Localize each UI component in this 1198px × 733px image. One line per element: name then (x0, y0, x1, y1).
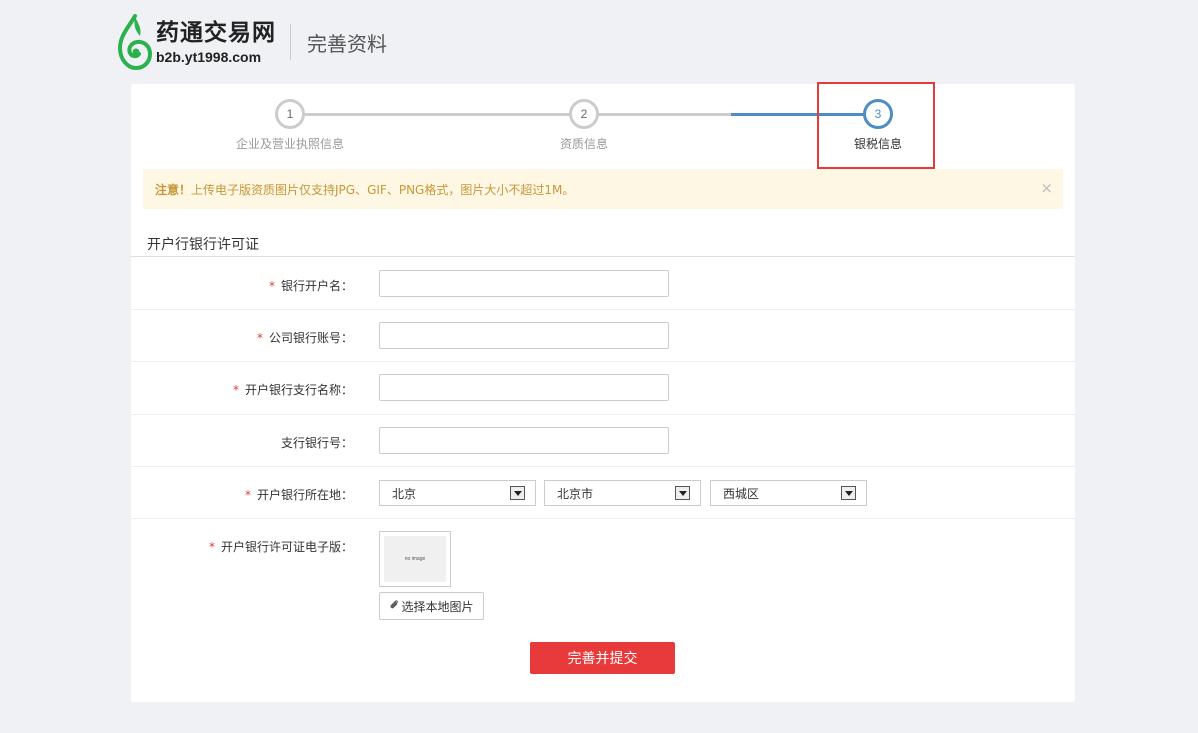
no-image-placeholder: no image (384, 536, 446, 582)
province-value: 北京 (392, 486, 417, 501)
page-subtitle: 完善资料 (307, 31, 387, 56)
notice-prefix: 注意！ (155, 182, 192, 197)
province-select[interactable]: 北京 (379, 480, 536, 506)
branch-code-input[interactable] (379, 427, 669, 454)
step-1-label: 企业及营业执照信息 (235, 137, 345, 151)
leaf-swirl-icon[interactable] (117, 14, 153, 71)
form-row-branch-code: 支行银行号： (131, 415, 1075, 467)
profile-form-panel: 1 企业及营业执照信息 2 资质信息 3 银税信息 注意！ 上传电子版资质图片仅… (131, 82, 1075, 702)
required-mark: * (208, 540, 215, 554)
header-divider (290, 24, 291, 60)
form-row-branch-name: * 开户银行支行名称： (131, 362, 1075, 415)
account-number-input[interactable] (379, 322, 669, 349)
step-1-circle: 1 (275, 99, 305, 129)
account-number-label: * 公司银行账号： (256, 331, 353, 345)
notice-text: 上传电子版资质图片仅支持JPG、GIF、PNG格式，图片大小不超过1M。 (191, 182, 575, 197)
brand-logo[interactable]: 药通交易网 b2b.yt1998.com (156, 18, 276, 66)
city-value: 北京市 (557, 486, 594, 501)
upload-button-label: 选择本地图片 (401, 599, 474, 614)
section-title: 开户行银行许可证 (147, 237, 259, 253)
form-row-account-number: * 公司银行账号： (131, 310, 1075, 362)
choose-local-image-button[interactable]: 选择本地图片 (379, 592, 484, 620)
step-2-circle: 2 (569, 99, 599, 129)
license-label: * 开户银行许可证电子版： (208, 540, 353, 554)
branch-name-input[interactable] (379, 374, 669, 401)
location-label: * 开户银行所在地： (244, 488, 353, 502)
close-icon[interactable]: × (1040, 179, 1053, 197)
form-row-location: * 开户银行所在地： 北京 北京市 西城区 (131, 467, 1075, 519)
city-select[interactable]: 北京市 (544, 480, 701, 506)
paperclip-icon (389, 599, 399, 613)
upload-notice: 注意！ 上传电子版资质图片仅支持JPG、GIF、PNG格式，图片大小不超过1M。… (143, 169, 1063, 209)
required-mark: * (268, 279, 275, 293)
form-row-account-name: * 银行开户名： (131, 257, 1075, 310)
chevron-down-icon[interactable] (841, 486, 856, 500)
chevron-down-icon[interactable] (510, 486, 525, 500)
license-image-preview: no image (379, 531, 451, 587)
step-2-label: 资质信息 (559, 137, 609, 151)
branch-code-label: 支行银行号： (280, 436, 353, 450)
chevron-down-icon[interactable] (675, 486, 690, 500)
account-name-input[interactable] (379, 270, 669, 297)
branch-name-label: * 开户银行支行名称： (232, 383, 353, 397)
progress-steps: 1 企业及营业执照信息 2 资质信息 3 银税信息 (131, 82, 1075, 169)
brand-name: 药通交易网 (156, 20, 276, 46)
required-mark: * (244, 488, 251, 502)
required-mark: * (256, 331, 263, 345)
district-value: 西城区 (723, 486, 760, 501)
district-select[interactable]: 西城区 (710, 480, 867, 506)
current-step-highlight (817, 82, 935, 169)
brand-domain: b2b.yt1998.com (156, 49, 262, 65)
required-mark: * (232, 383, 239, 397)
submit-button[interactable]: 完善并提交 (530, 642, 675, 674)
account-name-label: * 银行开户名： (268, 279, 353, 293)
page-header: 药通交易网 b2b.yt1998.com 完善资料 (117, 14, 387, 71)
